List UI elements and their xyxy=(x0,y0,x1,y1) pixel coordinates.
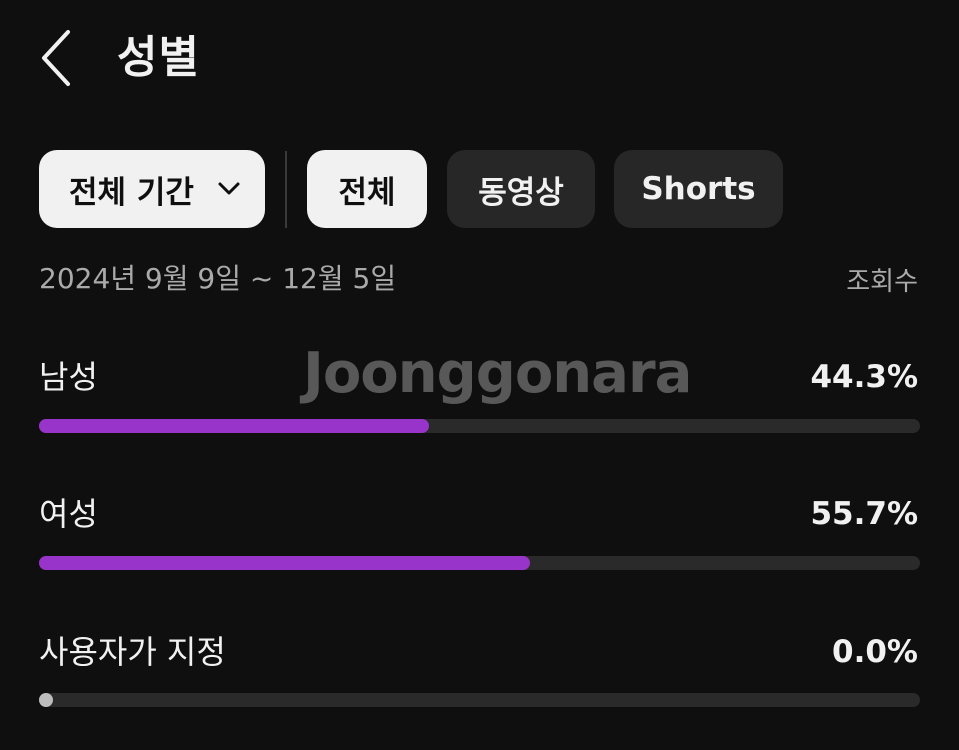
chip-video[interactable]: 동영상 xyxy=(447,150,595,228)
progress-track-male xyxy=(39,419,920,433)
progress-fill-male xyxy=(39,419,430,433)
watermark: Joonggonara xyxy=(303,341,692,406)
period-dropdown-label: 전체 기간 xyxy=(69,174,194,211)
page-title: 성별 xyxy=(117,32,200,83)
row-label-female: 여성 xyxy=(39,495,98,533)
period-dropdown[interactable]: 전체 기간 xyxy=(39,150,265,228)
chevron-left-icon xyxy=(42,30,70,86)
chip-all-label: 전체 xyxy=(338,174,396,211)
row-label-male: 남성 xyxy=(39,358,98,396)
progress-fill-female xyxy=(39,556,530,570)
chip-all[interactable]: 전체 xyxy=(307,150,427,228)
progress-track-custom xyxy=(39,693,920,707)
date-range: 2024년 9월 9일 ~ 12월 5일 xyxy=(39,262,397,295)
row-value-custom: 0.0% xyxy=(832,634,918,670)
chip-divider xyxy=(285,151,287,228)
chip-video-label: 동영상 xyxy=(478,174,564,211)
metric-label: 조회수 xyxy=(846,267,918,297)
row-value-male: 44.3% xyxy=(810,359,918,395)
chip-shorts-label: Shorts xyxy=(641,171,756,207)
chip-shorts[interactable]: Shorts xyxy=(614,150,783,228)
chevron-down-icon xyxy=(218,182,240,195)
row-label-custom: 사용자가 지정 xyxy=(39,633,226,671)
progress-fill-custom xyxy=(39,693,53,707)
row-value-female: 55.7% xyxy=(810,496,918,532)
back-button[interactable] xyxy=(30,26,86,90)
progress-track-female xyxy=(39,556,920,570)
